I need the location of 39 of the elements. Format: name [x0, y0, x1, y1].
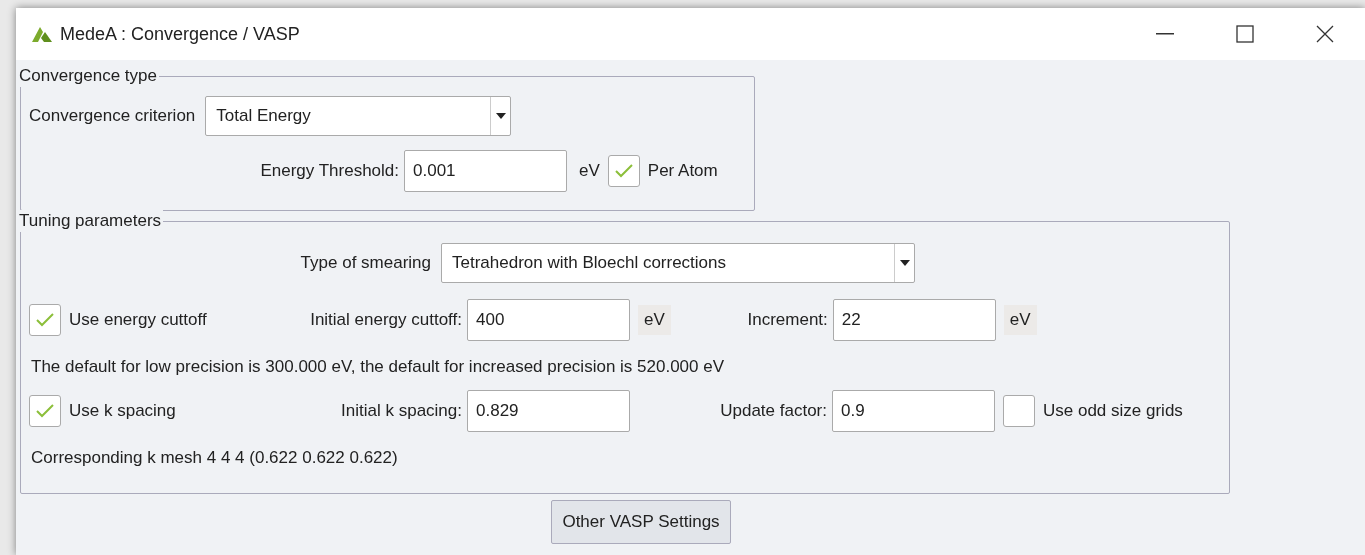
checkmark-icon	[614, 164, 633, 178]
checkbox-label: Use odd size grids	[1043, 399, 1183, 422]
unit-label: eV	[638, 305, 671, 335]
maximize-icon	[1236, 25, 1254, 43]
group-title: Tuning parameters	[17, 210, 164, 232]
increment-field[interactable]: 22	[832, 299, 996, 341]
field-label: Increment:	[746, 309, 829, 332]
unit-label: eV	[1003, 305, 1037, 335]
checkbox-label: Per Atom	[647, 160, 718, 183]
field-label: Type of smearing	[299, 252, 432, 275]
checkbox-label: Use energy cuttoff	[69, 309, 208, 332]
checkmark-icon	[36, 403, 54, 418]
field-label: Energy Threshold:	[259, 160, 400, 183]
per-atom-checkbox[interactable]	[607, 155, 640, 187]
field-label: Convergence criterion	[29, 105, 196, 128]
k-spacing-field[interactable]: 0.829	[467, 389, 630, 432]
energy-cutoff-checkbox[interactable]	[29, 304, 61, 336]
other-settings-button[interactable]: Other VASP Settings	[551, 500, 731, 544]
odd-grids-checkbox[interactable]	[1003, 394, 1035, 427]
minimize-icon	[1156, 33, 1174, 35]
caret-icon	[899, 260, 910, 266]
unit-label: eV	[579, 160, 600, 183]
field-label: Initial k spacing:	[340, 399, 463, 422]
energy-cutoff-field[interactable]: 400	[467, 299, 630, 341]
app-logo-icon	[32, 26, 52, 42]
close-icon	[1316, 25, 1334, 43]
threshold-field[interactable]: 0.001	[404, 150, 567, 192]
field-label: Initial energy cuttoff:	[309, 309, 463, 332]
smearing-dropdown[interactable]: Tetrahedron with Bloechl corrections	[441, 243, 915, 283]
k-spacing-checkbox[interactable]	[29, 394, 61, 427]
caret-icon	[495, 113, 506, 119]
window-title: MedeA : Convergence / VASP	[60, 22, 300, 46]
checkbox-label: Use k spacing	[69, 399, 177, 422]
field-label: Update factor:	[719, 399, 828, 422]
k-mesh-note: Corresponding k mesh 4 4 4 (0.622 0.622 0.622)	[30, 446, 399, 469]
precision-note: The default for low precision is 300.000 eV, the default for increased precision is 520.000 eV	[30, 356, 726, 378]
criterion-dropdown[interactable]: Total Energy	[205, 96, 512, 136]
checkmark-icon	[36, 313, 54, 327]
update-factor-field[interactable]: 0.9	[832, 389, 995, 432]
